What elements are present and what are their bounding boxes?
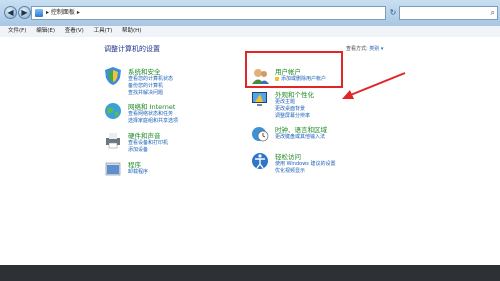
forward-button[interactable]: ▶ <box>18 6 31 19</box>
link-uninstall[interactable]: 卸载程序 <box>128 168 148 175</box>
menu-view[interactable]: 查看(V) <box>65 28 84 34</box>
search-input[interactable]: ⌕ <box>399 6 498 20</box>
taskbar <box>0 265 500 281</box>
accessibility-icon <box>252 153 268 169</box>
page-title: 调整计算机的设置 <box>104 45 160 53</box>
address-field[interactable]: ▸ 控制面板 ▸ <box>31 6 386 20</box>
link-desktop-background[interactable]: 更改桌面背景 <box>275 105 305 112</box>
link-backup[interactable]: 备份您的计算机 <box>128 82 163 89</box>
control-panel-window: ◀ ▶ ▸ 控制面板 ▸ ↻ ⌕ 文件(F) 编辑(E) 查看(V) 工具(T)… <box>0 0 500 265</box>
globe-icon <box>105 103 121 119</box>
refresh-icon[interactable]: ↻ <box>388 6 398 20</box>
chevron-icon: ▸ <box>74 9 80 16</box>
shield-icon <box>105 67 121 85</box>
annotation-arrow-icon <box>342 72 406 99</box>
clock-globe-icon <box>252 127 269 142</box>
menu-tools[interactable]: 工具(T) <box>94 28 113 34</box>
link-change-theme[interactable]: 更改主题 <box>275 98 295 105</box>
back-button[interactable]: ◀ <box>4 6 17 19</box>
address-bar-area: ◀ ▶ ▸ 控制面板 ▸ ↻ ⌕ <box>0 0 500 26</box>
menu-file[interactable]: 文件(F) <box>8 28 26 34</box>
view-by-label: 查看方式: <box>346 46 368 52</box>
view-by-select[interactable]: 类别 <box>369 46 379 52</box>
link-optimize-display[interactable]: 优化视频显示 <box>275 167 305 174</box>
highlight-box <box>245 51 343 88</box>
control-panel-icon <box>35 9 43 17</box>
monitor-paint-icon <box>252 92 267 106</box>
link-devices[interactable]: 查看设备和打印机 <box>128 139 168 146</box>
search-icon: ⌕ <box>490 8 495 17</box>
link-network-status[interactable]: 查看网络状态和任务 <box>128 110 173 117</box>
view-by: 查看方式: 类别 ▾ <box>346 45 383 52</box>
dropdown-arrow-icon[interactable]: ▾ <box>379 46 384 52</box>
link-add-device[interactable]: 添加设备 <box>128 146 148 153</box>
link-troubleshoot[interactable]: 查找并解决问题 <box>128 89 163 96</box>
link-keyboard-input[interactable]: 更改键盘或其他输入法 <box>275 133 325 140</box>
link-view-status[interactable]: 查看您的计算机状态 <box>128 75 173 82</box>
address-path: 控制面板 <box>50 9 75 16</box>
link-homegroup[interactable]: 选择家庭组和共享选项 <box>128 117 178 124</box>
watermark-url: jingyan.baidu.com <box>384 257 449 265</box>
programs-icon <box>105 162 121 176</box>
link-windows-suggested[interactable]: 使用 Windows 建议的设置 <box>275 160 336 167</box>
menu-edit[interactable]: 编辑(E) <box>36 28 55 34</box>
link-screen-resolution[interactable]: 调整屏幕分辨率 <box>275 112 310 119</box>
printer-icon <box>106 133 120 149</box>
menu-help[interactable]: 帮助(H) <box>122 28 141 34</box>
